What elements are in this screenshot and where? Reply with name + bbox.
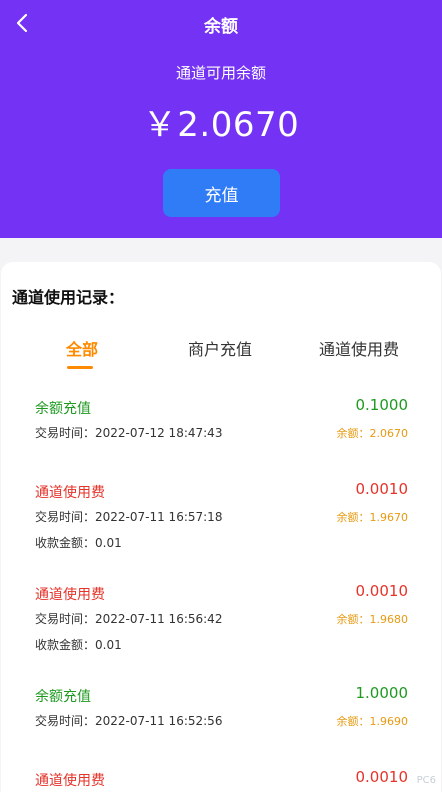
record-type: 通道使用费	[35, 485, 105, 501]
records-title: 通道使用记录：	[12, 288, 125, 307]
record-balance: 余额：2.0670	[336, 427, 409, 440]
tab-channel-fee[interactable]: 通道使用费	[319, 336, 399, 360]
record-time: 交易时间：2022-07-11 16:57:18	[35, 510, 223, 524]
record-balance: 余额：1.9690	[336, 715, 409, 728]
record-balance: 余额：1.9680	[336, 613, 409, 626]
record-type: 通道使用费	[35, 587, 105, 603]
record-type: 余额充值	[35, 401, 91, 417]
record-amount: 0.0010	[355, 768, 409, 786]
watermark-logo: PC6	[416, 775, 436, 786]
balance-amount: ￥2.0670	[142, 105, 300, 145]
balance-header: 余额 通道可用余额 ￥2.0670 充值	[0, 0, 442, 238]
record-type: 通道使用费	[35, 773, 105, 789]
tab-active-indicator	[67, 366, 93, 369]
record-collect-amount: 收款金额：0.01	[35, 536, 122, 550]
record-time: 交易时间：2022-07-11 16:56:42	[35, 612, 223, 626]
record-amount: 0.1000	[355, 396, 409, 414]
record-amount: 0.0010	[355, 480, 409, 498]
page-title: 余额	[204, 17, 238, 37]
record-time: 交易时间：2022-07-12 18:47:43	[35, 426, 223, 440]
tab-all[interactable]: 全部	[66, 336, 98, 360]
tab-merchant-recharge[interactable]: 商户充值	[188, 336, 252, 360]
record-time: 交易时间：2022-07-11 16:52:56	[35, 714, 223, 728]
record-collect-amount: 收款金额：0.01	[35, 638, 122, 652]
record-balance: 余额：1.9670	[336, 511, 409, 524]
record-amount: 0.0010	[355, 582, 409, 600]
record-type: 余额充值	[35, 689, 91, 705]
record-amount: 1.0000	[355, 684, 409, 702]
records-card: 通道使用记录： 全部 商户充值 通道使用费 余额充值 0.1000 交易时间：2…	[1, 262, 441, 792]
balance-label: 通道可用余额	[175, 64, 266, 82]
recharge-button[interactable]: 充值	[163, 169, 280, 217]
